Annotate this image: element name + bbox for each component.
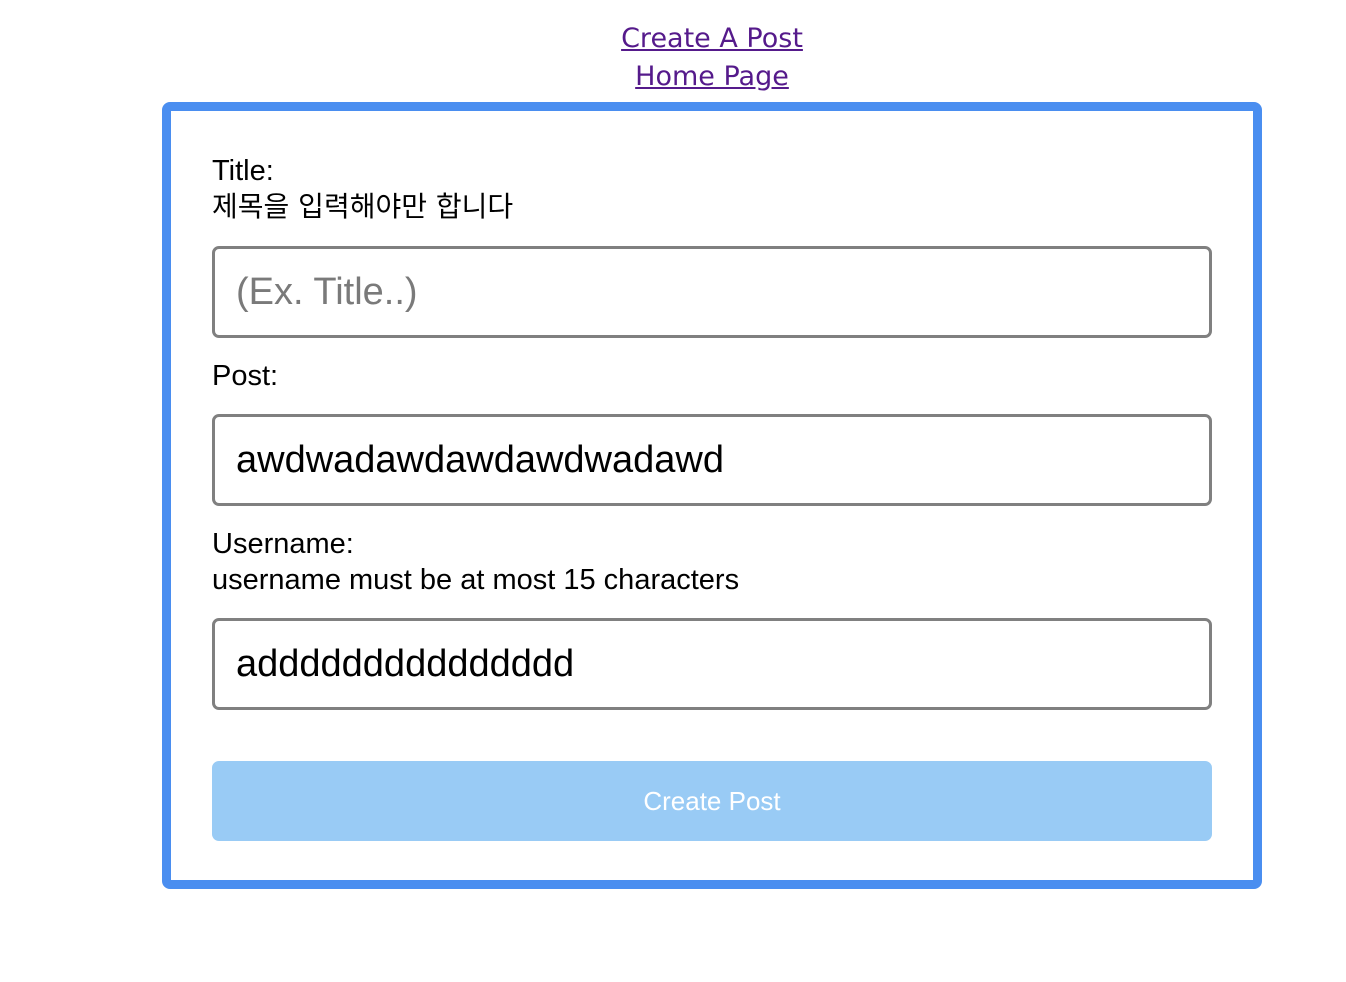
title-error-message: 제목을 입력해야만 합니다 — [212, 190, 514, 223]
home-page-link[interactable]: Home Page — [0, 58, 1346, 96]
top-nav: Create A Post Home Page — [0, 20, 1346, 96]
title-input[interactable] — [212, 246, 1212, 338]
title-label: Title: — [212, 155, 274, 187]
create-post-button[interactable]: Create Post — [212, 761, 1212, 841]
title-label-group: Title: 제목을 입력해야만 합니다 — [212, 153, 513, 225]
username-input[interactable] — [212, 618, 1212, 710]
username-error-message: username must be at most 15 characters — [212, 564, 740, 596]
username-label: Username: — [212, 528, 354, 560]
create-post-link[interactable]: Create A Post — [0, 20, 1346, 58]
create-post-form: Title: 제목을 입력해야만 합니다 Post: Username: use… — [162, 102, 1262, 889]
username-label-group: Username: username must be at most 15 ch… — [212, 526, 739, 598]
post-label: Post: — [212, 360, 279, 392]
post-input[interactable] — [212, 414, 1212, 506]
post-label-group: Post: — [212, 358, 278, 394]
